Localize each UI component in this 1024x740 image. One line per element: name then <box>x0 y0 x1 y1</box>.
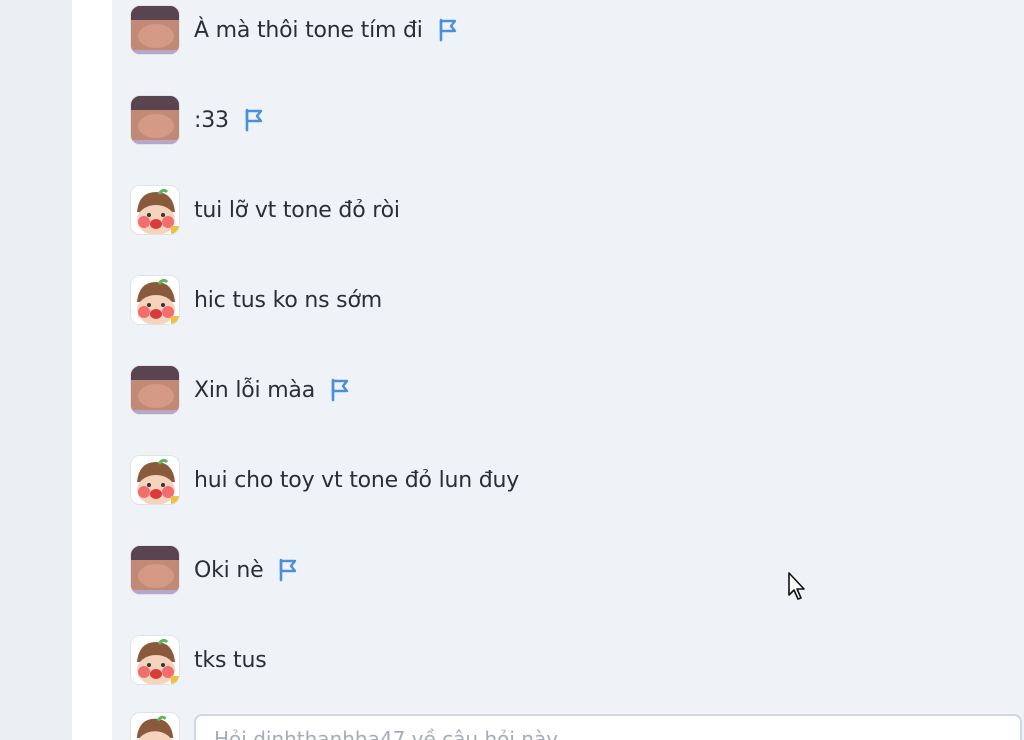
message-row: tks tus <box>130 634 267 686</box>
message-text: tui lỡ vt tone đỏ ròi <box>194 197 400 223</box>
woman-avatar[interactable] <box>130 365 180 415</box>
message-text: Xin lỗi màa <box>194 377 315 403</box>
message-text: :33 <box>194 107 229 133</box>
message-row: Xin lỗi màa <box>130 364 351 416</box>
cartoon-girl-avatar <box>130 712 180 740</box>
cartoon-girl-avatar[interactable] <box>130 185 180 235</box>
woman-avatar[interactable] <box>130 95 180 145</box>
cartoon-girl-avatar[interactable] <box>130 275 180 325</box>
reply-row <box>130 712 1024 740</box>
message-text: Oki nè <box>194 557 264 583</box>
message-row: hic tus ko ns sớm <box>130 274 382 326</box>
flag-icon[interactable] <box>277 558 299 582</box>
message-text: hui cho toy vt tone đỏ lun đuy <box>194 467 520 493</box>
comment-thread: À mà thôi tone tím đi :33 tui lỡ vt tone… <box>112 0 1024 740</box>
flag-icon[interactable] <box>243 108 265 132</box>
cartoon-girl-avatar[interactable] <box>130 635 180 685</box>
left-gutter <box>0 0 72 740</box>
message-text: hic tus ko ns sớm <box>194 287 382 313</box>
message-row: hui cho toy vt tone đỏ lun đuy <box>130 454 519 506</box>
message-row: À mà thôi tone tím đi <box>130 4 459 56</box>
message-text: À mà thôi tone tím đi <box>194 17 423 43</box>
message-row: tui lỡ vt tone đỏ ròi <box>130 184 400 236</box>
mouse-cursor-icon <box>787 571 809 601</box>
message-row: Oki nè <box>130 544 299 596</box>
flag-icon[interactable] <box>329 378 351 402</box>
content-border <box>72 0 112 740</box>
woman-avatar[interactable] <box>130 545 180 595</box>
reply-input[interactable] <box>194 714 1022 740</box>
message-text: tks tus <box>194 647 267 673</box>
message-row: :33 <box>130 94 265 146</box>
flag-icon[interactable] <box>437 18 459 42</box>
woman-avatar[interactable] <box>130 5 180 55</box>
cartoon-girl-avatar[interactable] <box>130 455 180 505</box>
